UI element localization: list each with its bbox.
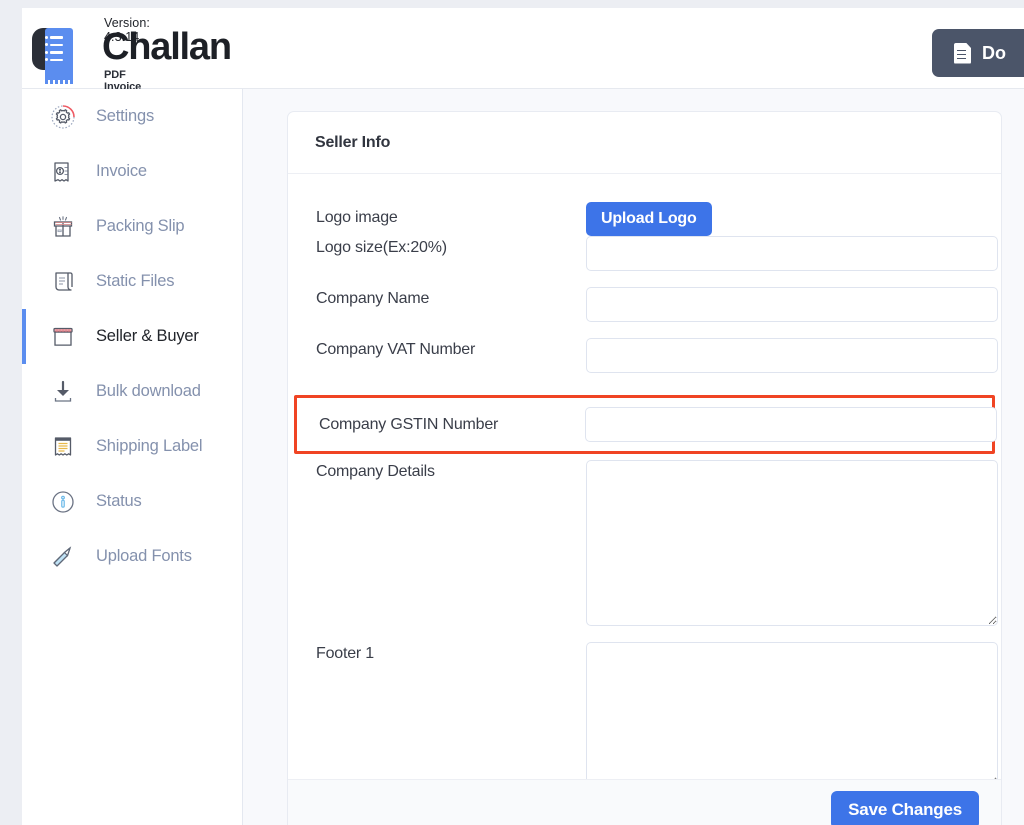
company-details-textarea[interactable] <box>586 460 998 626</box>
company-gstin-input[interactable] <box>585 407 997 442</box>
company-vat-input[interactable] <box>586 338 998 373</box>
brand-name: Challan <box>102 26 232 68</box>
sidebar-item-label: Static Files <box>96 272 175 290</box>
gear-icon <box>50 104 76 130</box>
sidebar-item-shipping-label[interactable]: Shipping Label <box>22 419 242 474</box>
footer-1-label: Footer 1 <box>316 645 374 662</box>
documentation-button-label: Do <box>982 42 1006 63</box>
sidebar-item-packing-slip[interactable]: Packing Slip <box>22 199 242 254</box>
sidebar-item-label: Settings <box>96 107 155 125</box>
upload-logo-button[interactable]: Upload Logo <box>586 202 712 236</box>
label-list-icon <box>50 434 76 460</box>
form-row-company-gstin-highlighted: Company GSTIN Number <box>294 395 997 454</box>
info-circle-icon <box>50 489 76 515</box>
form-row-company-details: Company Details <box>312 460 998 626</box>
document-icon <box>954 43 971 64</box>
company-name-input[interactable] <box>586 287 998 322</box>
sidebar-item-label: Upload Fonts <box>96 547 192 565</box>
sidebar-item-upload-fonts[interactable]: Upload Fonts <box>22 529 242 584</box>
company-name-label: Company Name <box>316 290 430 307</box>
company-vat-label: Company VAT Number <box>316 341 476 358</box>
logo-size-input[interactable] <box>586 236 998 271</box>
page-title: Seller Info <box>315 133 391 151</box>
sidebar-item-status[interactable]: Status <box>22 474 242 529</box>
footer-1-textarea[interactable] <box>586 642 998 787</box>
sidebar-item-label: Packing Slip <box>96 217 185 235</box>
app-window: Version: 4.3.14 Challan PDF Invoice | Pa… <box>22 8 1024 825</box>
app-header: Version: 4.3.14 Challan PDF Invoice | Pa… <box>22 8 1024 129</box>
form-row-footer-1: Footer 1 <box>312 642 998 787</box>
main-content: Seller Info Logo image Upload Logo Logo … <box>243 89 1024 825</box>
invoice-receipt-icon <box>50 159 76 185</box>
sidebar-item-label: Bulk download <box>96 382 201 400</box>
card-footer: Save Changes <box>288 779 1001 825</box>
sidebar-item-seller-buyer[interactable]: Seller & Buyer <box>22 309 242 364</box>
storefront-icon <box>50 324 76 350</box>
documentation-button[interactable]: Do <box>932 29 1024 77</box>
scroll-document-icon <box>50 269 76 295</box>
company-gstin-label: Company GSTIN Number <box>319 415 499 433</box>
company-details-label: Company Details <box>316 463 435 480</box>
form-row-company-vat: Company VAT Number <box>312 338 998 389</box>
card-header: Seller Info <box>288 112 1001 174</box>
sidebar-item-bulk-download[interactable]: Bulk download <box>22 364 242 419</box>
challan-receipt-logo <box>32 28 79 84</box>
sidebar-item-label: Shipping Label <box>96 437 203 455</box>
pen-nib-icon <box>50 544 76 570</box>
sidebar-item-settings[interactable]: Settings <box>22 89 242 144</box>
seller-info-card: Seller Info Logo image Upload Logo Logo … <box>287 111 1002 825</box>
card-body: Logo image Upload Logo Logo size(Ex:20%)… <box>288 174 1001 787</box>
sidebar-item-static-files[interactable]: Static Files <box>22 254 242 309</box>
open-box-icon <box>50 214 76 240</box>
sidebar-item-label: Invoice <box>96 162 147 180</box>
form-row-logo-image: Logo image Upload Logo <box>312 174 977 236</box>
sidebar: Settings Invoice Packing Slip Static Fil… <box>22 89 243 825</box>
download-icon <box>50 379 76 405</box>
form-row-logo-size: Logo size(Ex:20%) <box>312 236 998 287</box>
logo-image-label: Logo image <box>316 209 398 226</box>
sidebar-item-invoice[interactable]: Invoice <box>22 144 242 199</box>
logo-size-label: Logo size(Ex:20%) <box>316 239 447 256</box>
save-changes-button[interactable]: Save Changes <box>831 791 979 825</box>
sidebar-item-label: Status <box>96 492 142 510</box>
form-row-company-name: Company Name <box>312 287 998 338</box>
sidebar-item-label: Seller & Buyer <box>96 327 199 345</box>
